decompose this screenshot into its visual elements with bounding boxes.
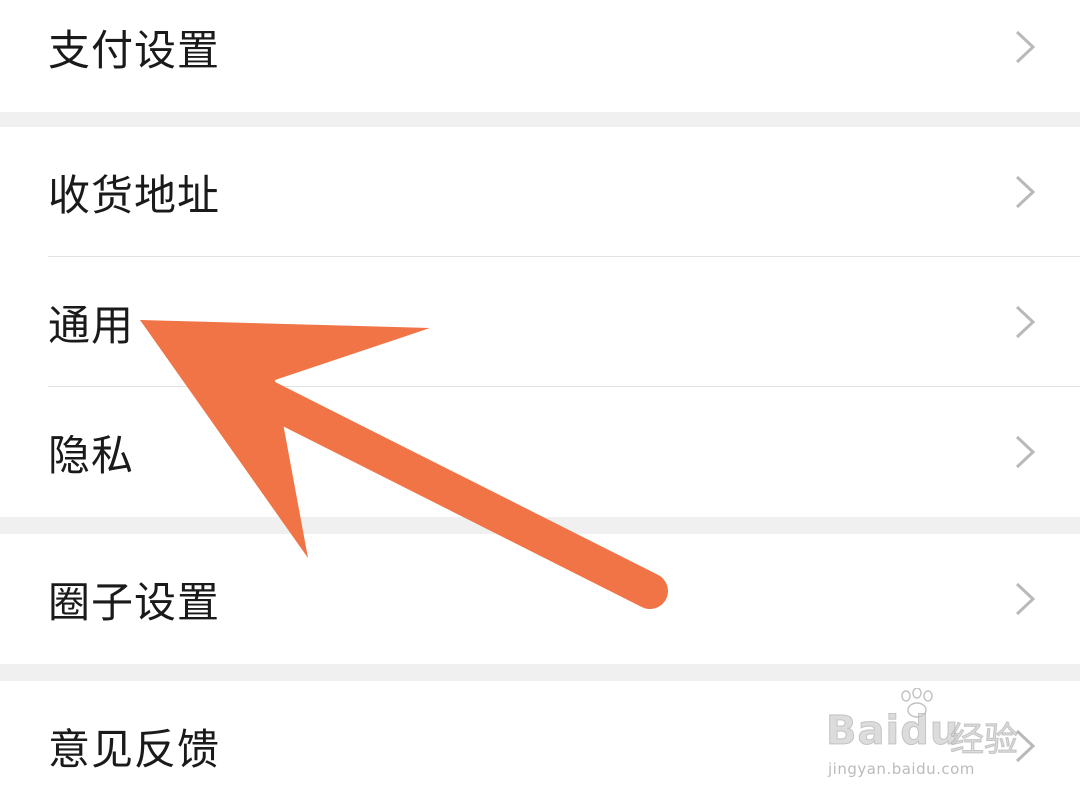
settings-group-circle: 圈子设置 [0,534,1080,664]
settings-item-general[interactable]: 通用 [0,257,1080,387]
settings-item-label: 通用 [48,300,135,350]
watermark-url: jingyan.baidu.com [828,760,975,778]
watermark-name: 经验 [950,720,1019,761]
settings-item-privacy[interactable]: 隐私 [0,387,1080,517]
settings-item-circle[interactable]: 圈子设置 [0,534,1080,664]
settings-item-label: 支付设置 [48,25,221,75]
settings-item-payment[interactable]: 支付设置 [0,0,1080,112]
chevron-right-icon [1015,582,1036,616]
settings-item-label: 隐私 [48,430,135,480]
settings-item-address[interactable]: 收货地址 [0,127,1080,257]
settings-item-label: 圈子设置 [48,577,221,627]
chevron-right-icon [1015,175,1036,209]
chevron-right-icon [1015,305,1036,339]
settings-item-label: 意见反馈 [48,724,221,774]
chevron-right-icon [1015,30,1036,64]
settings-item-label: 收货地址 [48,170,221,220]
settings-group-general: 收货地址 通用 隐私 [0,127,1080,517]
settings-group-payment: 支付设置 [0,0,1080,112]
baidu-watermark: Baidu 经验 jingyan.baidu.com [825,686,1026,786]
chevron-right-icon [1015,435,1036,469]
watermark-brand: Baidu [825,708,960,755]
settings-page: 支付设置 收货地址 通用 隐私 圈子设置 意见反馈 Baidu 经验 jingy… [0,0,1080,810]
